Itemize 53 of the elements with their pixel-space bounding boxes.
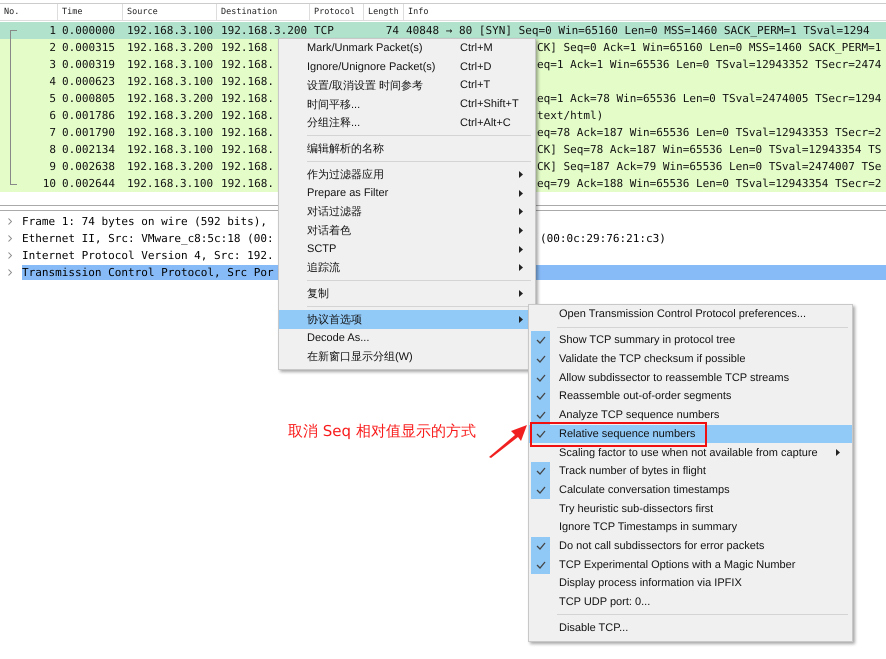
table-cell-text: 0.001790 <box>61 126 116 139</box>
table-cell-text: 2 <box>48 41 57 54</box>
table-cell: eq=1 Ack=1 Win=65536 Len=0 TSval=12943352 TSecr=2474 <box>537 58 882 71</box>
table-cell-text: 192.168.3.200 <box>220 24 308 37</box>
table-cell-text: 192.168.3.200 <box>126 41 214 54</box>
table-cell-text: 192.168. <box>220 160 275 173</box>
table-cell-text: 192.168.3.100 <box>126 177 214 190</box>
table-cell-text: 40848 → 80 [SYN] Seq=0 Win=65160 Len=0 MSS=1460 SACK_PERM=1 TSval=1294 <box>405 24 871 37</box>
table-cell-text: 74 <box>384 24 400 37</box>
table-cell-text: 3 <box>48 58 57 71</box>
table-cell-text: 192.168.3.100 <box>126 75 214 88</box>
table-cell-text: 192.168. <box>220 58 275 71</box>
table-cell-text: TCP <box>313 24 335 37</box>
table-cell-text: 192.168.3.100 <box>126 143 214 156</box>
table-cell: CK] Seq=187 Ack=79 Win=65536 Len=0 TSval=2474007 TSe <box>537 160 882 173</box>
table-cell-text: 0.000315 <box>61 41 116 54</box>
table-cell-text: 0.002134 <box>61 143 116 156</box>
table-cell: eq=1 Ack=78 Win=65536 Len=0 TSval=2474005 TSecr=1294 <box>537 92 882 105</box>
table-cell-text: 8 <box>48 143 57 156</box>
table-cell-text: 192.168.3.200 <box>126 92 214 105</box>
table-cell-text: 0.000319 <box>61 58 116 71</box>
table-cell-text: 192.168.3.100 <box>126 58 214 71</box>
table-cell: eq=79 Ack=188 Win=65536 Len=0 TSval=12943354 TSecr=2 <box>537 177 882 190</box>
table-cell-text: 192.168. <box>220 75 275 88</box>
table-cell-text: 192.168. <box>220 126 275 139</box>
table-cell-text: 0.000623 <box>61 75 116 88</box>
table-cell-text: 6 <box>48 109 57 122</box>
table-cell-text: 5 <box>48 92 57 105</box>
table-cell-text: 192.168. <box>220 41 275 54</box>
tree-item-text: (00:0c:29:76:21:c3) <box>539 232 667 245</box>
table-cell-text: 0.002644 <box>61 177 116 190</box>
table-cell-text: 192.168. <box>220 177 275 190</box>
table-cell-text: 9 <box>48 160 57 173</box>
table-cell-text: 192.168. <box>220 92 275 105</box>
table-cell-text: 192.168. <box>220 109 275 122</box>
table-cell-text: 10 <box>42 177 57 190</box>
table-cell-text: 192.168.3.200 <box>126 109 214 122</box>
table-cell-text: 0.002638 <box>61 160 116 173</box>
table-cell-text: 192.168.3.100 <box>126 126 214 139</box>
table-cell-text: 4 <box>48 75 57 88</box>
table-cell-text: 0.000805 <box>61 92 116 105</box>
table-cell: eq=78 Ack=187 Win=65536 Len=0 TSval=12943353 TSecr=2 <box>537 126 882 139</box>
table-cell-text: 0.000000 <box>61 24 116 37</box>
table-cell-text: 0.001786 <box>61 109 116 122</box>
table-cell: CK] Seq=0 Ack=1 Win=65160 Len=0 MSS=1460 SACK_PERM=1 <box>537 41 882 54</box>
table-cell: text/html) <box>537 109 604 122</box>
table-cell-text: 192.168.3.100 <box>126 24 214 37</box>
table-cell: CK] Seq=78 Ack=187 Win=65536 Len=0 TSval=12943354 TS <box>537 143 882 156</box>
table-cell-text: 7 <box>48 126 57 139</box>
table-cell-text: 1 <box>48 24 57 37</box>
table-cell-text: 192.168.3.200 <box>126 160 214 173</box>
annotation-text: 取消 Seq 相对值显示的方式 <box>288 422 476 441</box>
table-cell-text: 192.168. <box>220 143 275 156</box>
